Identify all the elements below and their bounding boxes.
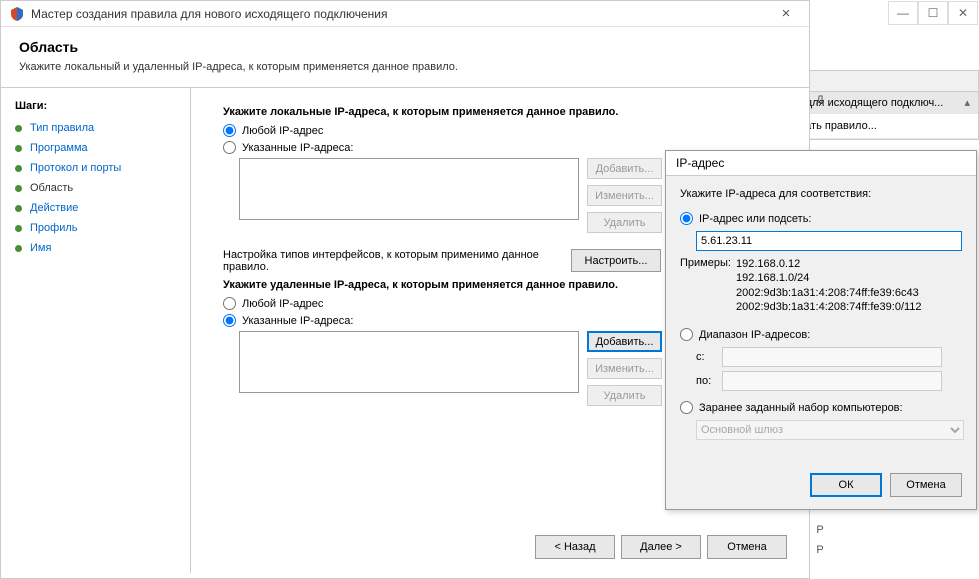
ip-dialog-instruction: Укажите IP-адреса для соответствия: <box>680 188 962 200</box>
range-from-input <box>722 347 942 367</box>
remote-any-ip-label: Любой IP-адрес <box>242 298 323 310</box>
local-any-ip-radio[interactable] <box>223 124 236 137</box>
close-icon[interactable]: ✕ <box>948 1 978 25</box>
local-any-ip-label: Любой IP-адрес <box>242 125 323 137</box>
examples-values: 192.168.0.12 192.168.1.0/24 2002:9d3b:1a… <box>736 257 922 314</box>
ip-range-label: Диапазон IP-адресов: <box>699 329 810 341</box>
local-these-ips-label: Указанные IP-адреса: <box>242 142 353 154</box>
local-delete-button: Удалить <box>587 212 662 233</box>
ip-cancel-button[interactable]: Отмена <box>890 473 962 497</box>
step-protocol[interactable]: Протокол и порты <box>15 162 190 174</box>
chevron-up-icon: ▴ <box>964 96 970 109</box>
ip-predef-label: Заранее заданный набор компьютеров: <box>699 402 903 414</box>
local-add-button: Добавить... <box>587 158 662 179</box>
step-profile[interactable]: Профиль <box>15 222 190 234</box>
local-these-ips-radio[interactable] <box>223 141 236 154</box>
background-column-letters: Д <box>810 90 830 110</box>
step-scope[interactable]: Область <box>15 182 190 194</box>
page-subtitle: Укажите локальный и удаленный IP-адреса,… <box>19 61 791 73</box>
examples-label: Примеры: <box>680 257 736 314</box>
customize-interfaces-button[interactable]: Настроить... <box>571 249 661 272</box>
wizard-titlebar: Мастер создания правила для нового исход… <box>1 1 809 27</box>
ip-dialog-title: IP-адрес <box>666 151 976 176</box>
ip-ok-button[interactable]: ОК <box>810 473 882 497</box>
range-to-label: по: <box>696 375 722 387</box>
local-edit-button: Изменить... <box>587 185 662 206</box>
step-type[interactable]: Тип правила <box>15 122 190 134</box>
ip-range-radio[interactable] <box>680 328 693 341</box>
back-button[interactable]: < Назад <box>535 535 615 559</box>
page-title: Область <box>19 39 791 55</box>
range-to-input <box>722 371 942 391</box>
firewall-icon <box>9 6 25 22</box>
remote-these-ips-radio[interactable] <box>223 314 236 327</box>
steps-list: Шаги: Тип правила Программа Протокол и п… <box>1 88 191 573</box>
step-name[interactable]: Имя <box>15 242 190 254</box>
remote-delete-button: Удалить <box>587 385 662 406</box>
step-program[interactable]: Программа <box>15 142 190 154</box>
wizard-header: Область Укажите локальный и удаленный IP… <box>1 27 809 87</box>
ip-subnet-radio[interactable] <box>680 212 693 225</box>
interface-types-text: Настройка типов интерфейсов, к которым п… <box>223 249 563 273</box>
remote-add-button[interactable]: Добавить... <box>587 331 662 352</box>
remote-any-ip-radio[interactable] <box>223 297 236 310</box>
maximize-icon[interactable]: ☐ <box>918 1 948 25</box>
wizard-close-button[interactable]: × <box>771 5 801 22</box>
local-ip-listbox[interactable] <box>239 158 579 220</box>
window-controls: — ☐ ✕ <box>888 1 978 31</box>
ip-address-dialog: IP-адрес Укажите IP-адреса для соответст… <box>665 150 977 510</box>
background-column-letters-2: Р Р <box>810 520 830 560</box>
wizard-title-text: Мастер создания правила для нового исход… <box>31 7 388 21</box>
ip-subnet-label: IP-адрес или подсеть: <box>699 213 811 225</box>
remote-edit-button: Изменить... <box>587 358 662 379</box>
remote-ip-listbox[interactable] <box>239 331 579 393</box>
minimize-icon[interactable]: — <box>888 1 918 25</box>
local-ip-section-label: Укажите локальные IP-адреса, к которым п… <box>223 106 787 118</box>
step-action[interactable]: Действие <box>15 202 190 214</box>
ip-subnet-input[interactable] <box>696 231 962 251</box>
cancel-button[interactable]: Отмена <box>707 535 787 559</box>
range-from-label: с: <box>696 351 722 363</box>
predef-select: Основной шлюз <box>696 420 964 440</box>
ip-predef-radio[interactable] <box>680 401 693 414</box>
steps-label: Шаги: <box>15 100 190 112</box>
remote-these-ips-label: Указанные IP-адреса: <box>242 315 353 327</box>
next-button[interactable]: Далее > <box>621 535 701 559</box>
